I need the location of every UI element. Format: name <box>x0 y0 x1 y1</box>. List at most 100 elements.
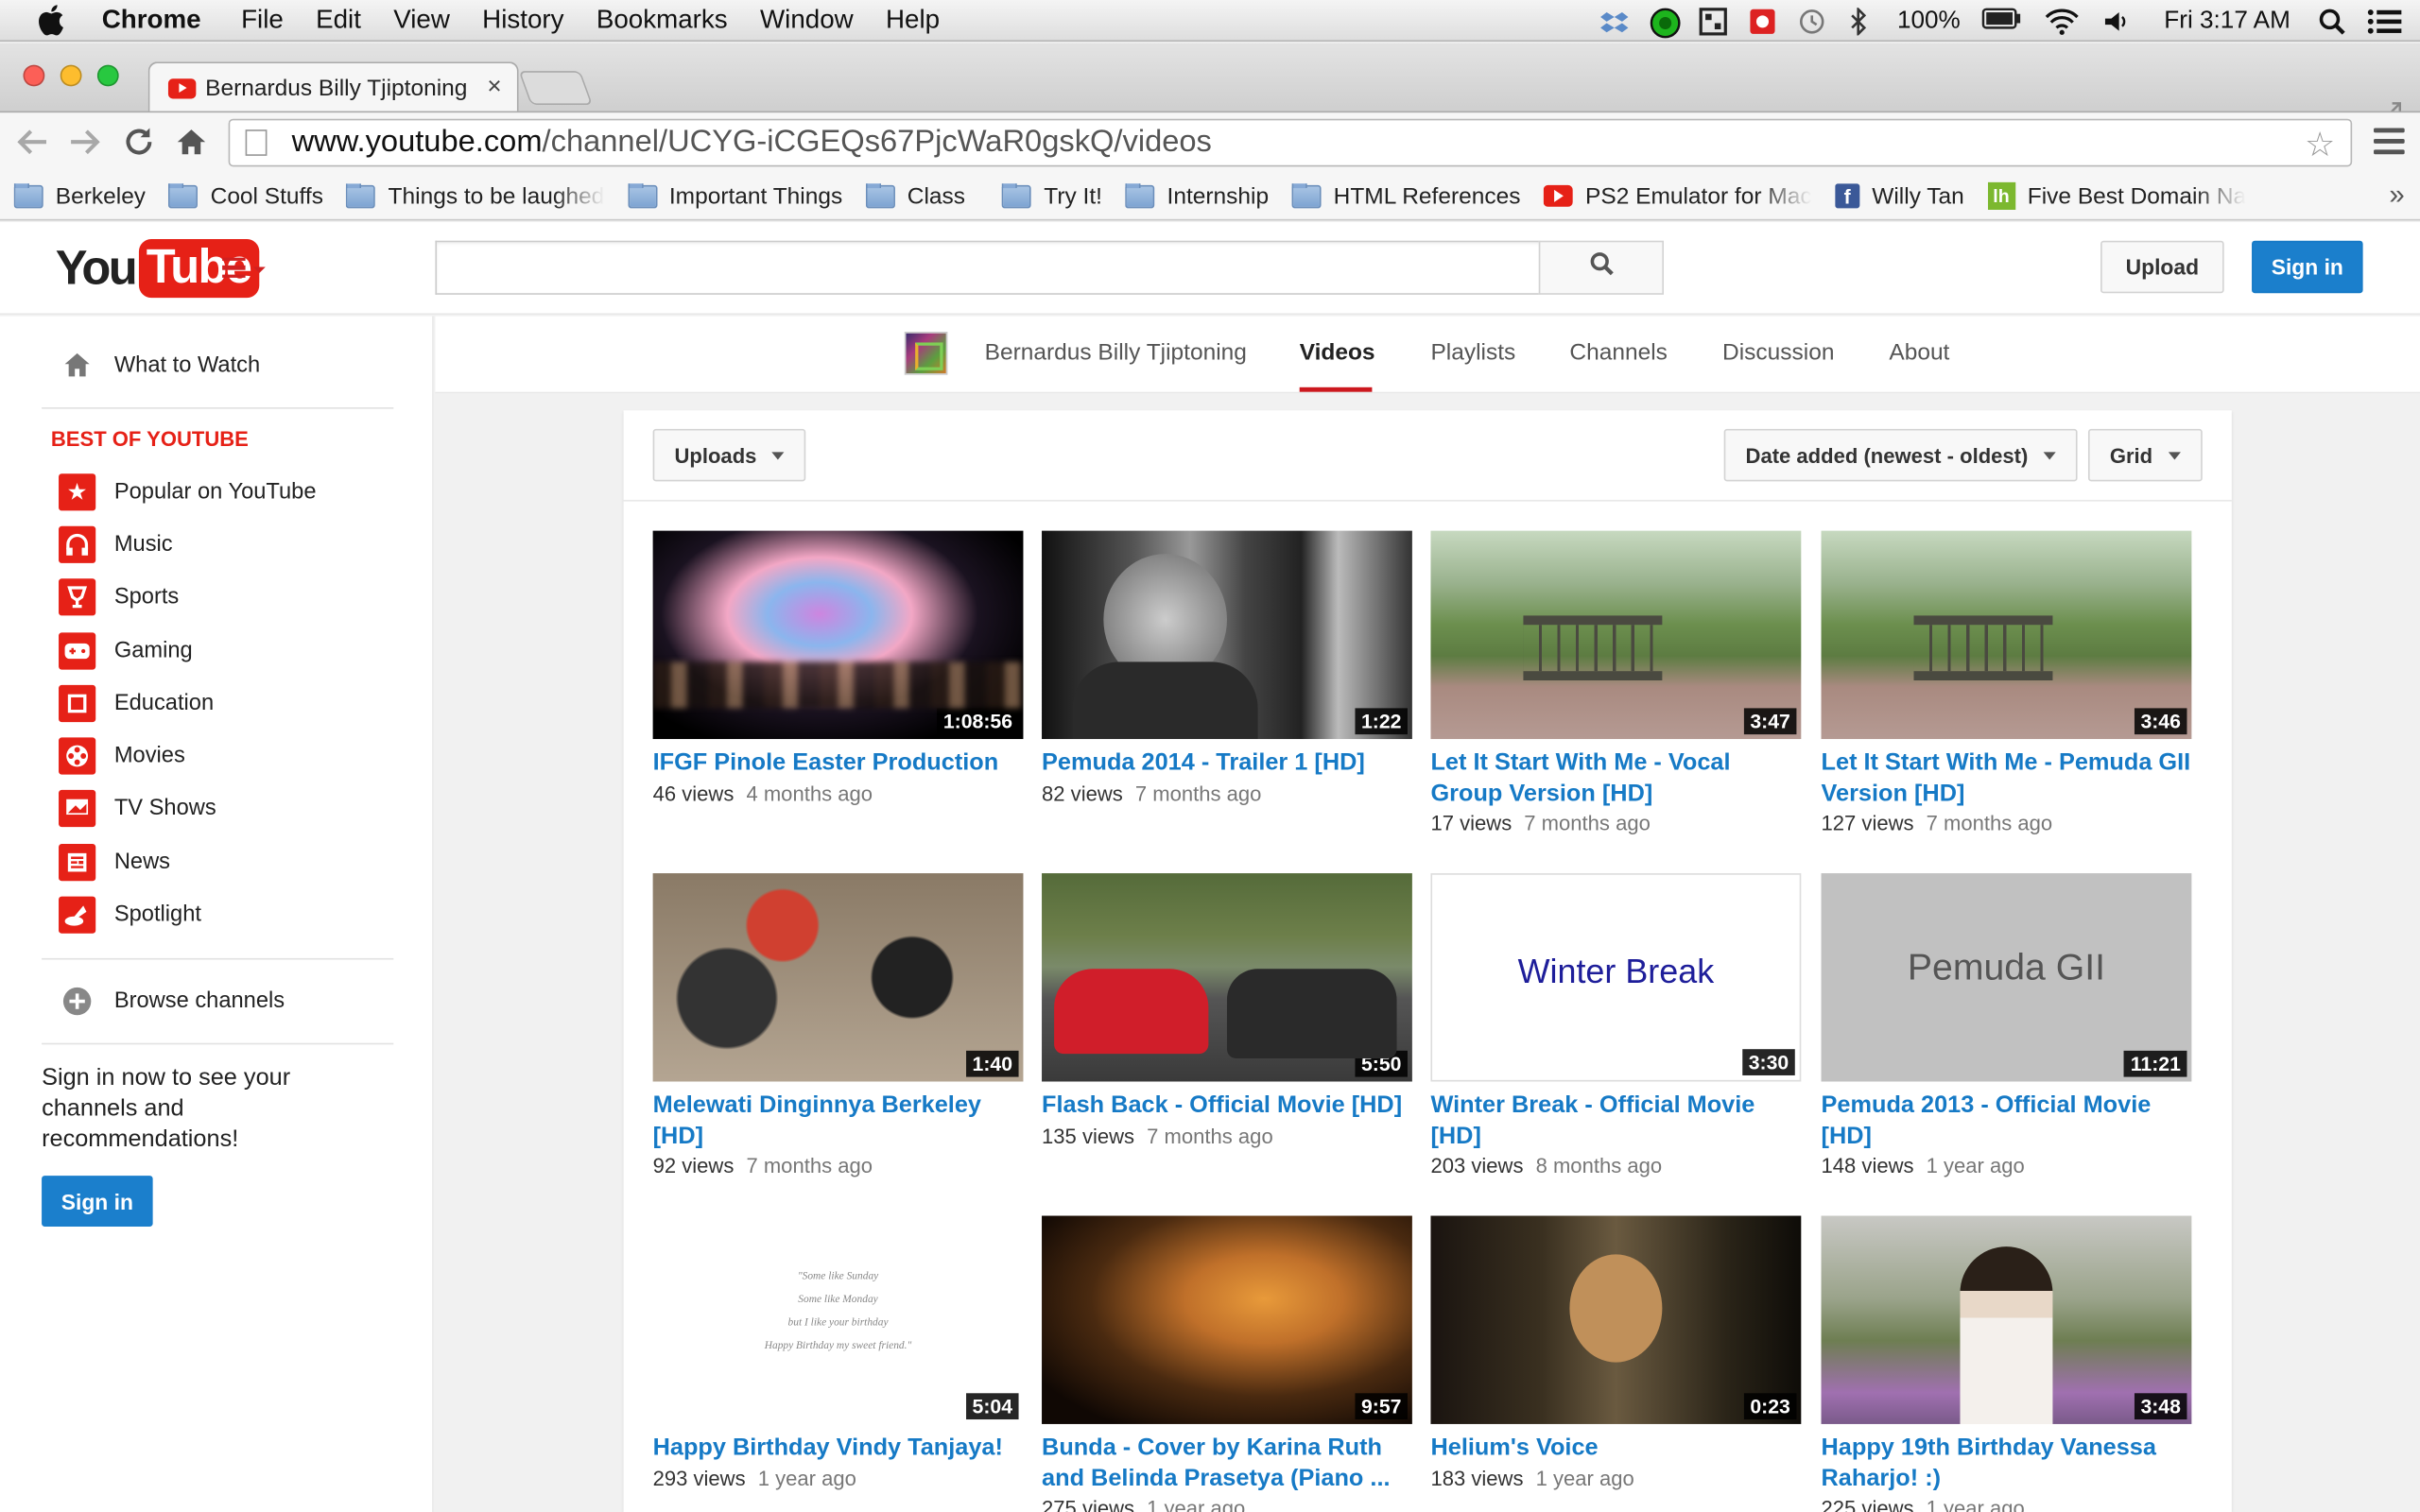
bookmark-item[interactable]: f Willy Tan <box>1835 182 1964 209</box>
battery-percent[interactable]: 100% <box>1897 7 1961 34</box>
bookmark-item[interactable]: Internship <box>1125 182 1269 209</box>
back-icon[interactable] <box>14 125 51 162</box>
new-tab-button[interactable] <box>518 71 593 106</box>
video-title[interactable]: Pemuda 2013 - Official Movie [HD] <box>1822 1091 2192 1151</box>
battery-icon[interactable] <box>1982 7 2022 34</box>
video-thumbnail[interactable]: 1:22 <box>1042 530 1412 740</box>
video-thumbnail[interactable]: 5:50 <box>1042 873 1412 1082</box>
video-thumbnail[interactable]: 3:47 <box>1430 530 1802 740</box>
menu-history[interactable]: History <box>482 5 563 36</box>
video-card[interactable]: 3:47 Let It Start With Me - Vocal Group … <box>1430 530 1802 838</box>
video-title[interactable]: Happy Birthday Vindy Tanjaya! <box>653 1434 1024 1464</box>
video-thumbnail[interactable]: "Some like Sunday Some like Monday but I… <box>652 1215 1024 1424</box>
tab-about[interactable]: About <box>1889 339 1949 366</box>
video-thumbnail[interactable]: 1:08:56 <box>652 530 1024 740</box>
video-thumbnail[interactable]: 9:57 <box>1042 1215 1412 1424</box>
tab-channels[interactable]: Channels <box>1569 339 1667 366</box>
menu-file[interactable]: File <box>241 5 284 36</box>
video-card[interactable]: "Some like Sunday Some like Monday but I… <box>652 1215 1024 1493</box>
clock[interactable]: Fri 3:17 AM <box>2164 7 2290 34</box>
menu-view[interactable]: View <box>393 5 450 36</box>
address-bar[interactable]: www.youtube.com/channel/UCYG-iCGEQs67Pjc… <box>228 118 2353 167</box>
video-thumbnail[interactable]: 0:23 <box>1430 1215 1802 1424</box>
guide-item-education[interactable]: Education <box>59 684 214 723</box>
menu-edit[interactable]: Edit <box>316 5 361 36</box>
video-card[interactable]: 3:48 Happy 19th Birthday Vanessa Raharjo… <box>1821 1215 2192 1512</box>
time-machine-icon[interactable] <box>1798 7 1825 34</box>
guide-item-spotlight[interactable]: Spotlight <box>59 896 201 934</box>
video-title[interactable]: Melewati Dinginnya Berkeley [HD] <box>653 1091 1024 1151</box>
upload-button[interactable]: Upload <box>2100 240 2224 294</box>
guide-item-popular[interactable]: ★ Popular on YouTube <box>59 473 317 511</box>
video-title[interactable]: IFGF Pinole Easter Production <box>653 748 1024 779</box>
view-dropdown[interactable]: Grid <box>2087 428 2203 482</box>
sign-in-button[interactable]: Sign in <box>2252 240 2363 294</box>
bookmark-item[interactable]: Things to be laughed <box>346 182 604 209</box>
video-card[interactable]: 0:23 Helium's Voice 183 views 1 year ago <box>1430 1215 1802 1493</box>
guide-sign-in-button[interactable]: Sign in <box>42 1176 153 1227</box>
guide-item-browse-channels[interactable]: Browse channels <box>59 983 285 1020</box>
guide-item-movies[interactable]: Movies <box>59 737 185 775</box>
notification-center-icon[interactable] <box>2367 7 2402 34</box>
video-card[interactable]: 9:57 Bunda - Cover by Karina Ruth and Be… <box>1042 1215 1412 1512</box>
video-thumbnail[interactable]: 3:46 <box>1821 530 2192 740</box>
bookmark-item[interactable]: Berkeley <box>13 182 146 209</box>
sort-dropdown[interactable]: Date added (newest - oldest) <box>1723 428 2078 482</box>
bookmarks-overflow-icon[interactable]: » <box>2389 179 2404 211</box>
tab-playlists[interactable]: Playlists <box>1430 339 1515 366</box>
video-card[interactable]: 5:50 Flash Back - Official Movie [HD] 13… <box>1042 873 1412 1150</box>
reload-icon[interactable] <box>120 125 157 162</box>
bookmark-item[interactable]: Try It! <box>1002 182 1102 209</box>
home-icon[interactable] <box>173 125 210 162</box>
menu-bookmarks[interactable]: Bookmarks <box>596 5 728 36</box>
tab-discussion[interactable]: Discussion <box>1722 339 1834 366</box>
search-input[interactable] <box>435 240 1541 295</box>
bluetooth-icon[interactable] <box>1848 5 1876 37</box>
bookmark-item[interactable]: Class <box>865 182 965 209</box>
video-title[interactable]: Winter Break - Official Movie [HD] <box>1430 1091 1801 1151</box>
bookmark-item[interactable]: HTML References <box>1291 182 1520 209</box>
video-card[interactable]: 1:08:56 IFGF Pinole Easter Production 46… <box>652 530 1024 808</box>
video-title[interactable]: Helium's Voice <box>1430 1434 1801 1464</box>
channel-name-link[interactable]: Bernardus Billy Tjiptoning <box>985 339 1247 366</box>
chrome-menu-icon[interactable] <box>2374 128 2405 156</box>
bookmark-star-icon[interactable]: ☆ <box>2305 125 2335 164</box>
uploads-dropdown[interactable]: Uploads <box>652 428 806 482</box>
channel-avatar[interactable] <box>904 332 948 375</box>
volume-icon[interactable] <box>2102 7 2130 34</box>
grid-app-icon[interactable] <box>1699 7 1728 35</box>
tab-videos[interactable]: Videos <box>1300 339 1375 366</box>
video-thumbnail[interactable]: 3:48 <box>1821 1215 2192 1424</box>
guide-item-news[interactable]: News <box>59 844 170 882</box>
video-thumbnail[interactable]: Pemuda GII 11:21 <box>1821 873 2192 1082</box>
video-card[interactable]: 1:40 Melewati Dinginnya Berkeley [HD] 92… <box>652 873 1024 1180</box>
camera-app-icon[interactable] <box>1749 7 1776 34</box>
apple-icon[interactable] <box>34 3 68 37</box>
dropbox-icon[interactable] <box>1600 7 1629 34</box>
zoom-window-button[interactable] <box>96 64 119 87</box>
guide-item-what-to-watch[interactable]: What to Watch <box>59 347 260 384</box>
guide-item-sports[interactable]: Sports <box>59 578 179 616</box>
video-title[interactable]: Pemuda 2014 - Trailer 1 [HD] <box>1042 748 1412 779</box>
guide-menu-button[interactable] <box>222 257 268 281</box>
forward-icon[interactable] <box>66 125 103 162</box>
menu-app-name[interactable]: Chrome <box>102 5 201 36</box>
bookmark-item[interactable]: lh Five Best Domain Na <box>1987 181 2246 211</box>
video-thumbnail[interactable]: 1:40 <box>652 873 1024 1082</box>
menu-window[interactable]: Window <box>760 5 854 36</box>
video-title[interactable]: Flash Back - Official Movie [HD] <box>1042 1091 1412 1121</box>
guide-item-tv-shows[interactable]: TV Shows <box>59 789 216 828</box>
video-thumbnail[interactable]: Winter Break 3:30 <box>1430 873 1802 1082</box>
minimize-window-button[interactable] <box>60 64 82 87</box>
search-button[interactable] <box>1538 240 1664 295</box>
spotlight-search-icon[interactable] <box>2318 7 2345 34</box>
video-title[interactable]: Let It Start With Me - Pemuda GII Versio… <box>1822 748 2192 809</box>
browser-tab[interactable]: Bernardus Billy Tjiptoning × <box>147 61 519 113</box>
green-status-icon[interactable] <box>1651 7 1681 38</box>
menu-help[interactable]: Help <box>886 5 940 36</box>
bookmark-item[interactable]: Cool Stuffs <box>168 182 323 209</box>
guide-item-music[interactable]: Music <box>59 525 173 563</box>
video-card[interactable]: 3:46 Let It Start With Me - Pemuda GII V… <box>1821 530 2192 838</box>
video-title[interactable]: Let It Start With Me - Vocal Group Versi… <box>1430 748 1801 809</box>
wifi-icon[interactable] <box>2044 7 2081 35</box>
